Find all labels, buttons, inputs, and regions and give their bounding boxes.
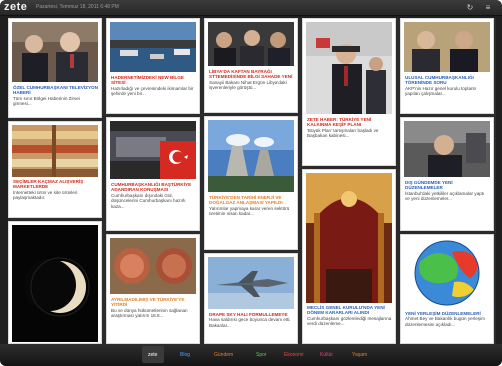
card-headline[interactable]: LİBYA'DA KAFTAN BAYRAĞI STTEMEDİSİNDE Bİ… — [209, 69, 294, 80]
category-tab[interactable]: Kültür — [320, 352, 333, 358]
card-headline[interactable]: MECLİS GENEL KURULU'NDA YENİ DÖNEM KARAR… — [307, 305, 392, 316]
refresh-icon[interactable]: ↻ — [464, 2, 476, 13]
news-card[interactable]: AYRILMADILIMIŞ VE TÜRKİYE'YE YİTİRDİ Bu … — [106, 234, 200, 344]
news-photo — [208, 257, 294, 309]
card-headline[interactable]: SEÇİMLER KAÇMAZ ALIŞVERİŞ MARKETLERDE — [13, 179, 98, 190]
news-card[interactable]: TÜRKİYE'DEN TARİHİ ENERJİ VE DOĞALGAZ AN… — [204, 116, 298, 250]
card-summary: Cumhurbaşkanı dışındaki Gül, düşünceleri… — [111, 192, 186, 209]
category-bar: zete Blog Gündem Spor Ekonomi Kültür Yaş… — [0, 344, 502, 366]
news-photo — [404, 121, 490, 177]
news-card[interactable]: DRAPE SKY HALI FORMULLEMEYE Hava saldırı… — [204, 253, 298, 344]
card-summary: Hazırladığı ve çevresindeki ikimamlar bi… — [111, 85, 194, 97]
card-headline[interactable]: DIŞ GÜNDEMDE YENİ DÜZENLEMELER — [405, 180, 490, 191]
news-photo — [110, 121, 196, 179]
news-card[interactable] — [8, 221, 102, 344]
card-summary: Tüm sınır Bölgei Haberinin Zirvei girmes… — [13, 95, 80, 107]
card-summary: AKP'nin Hazır genel kurulu toplantı yapı… — [405, 85, 477, 97]
app-window: zete Pazartesi, Temmuz 18, 2011 6:48 PM … — [0, 0, 502, 366]
news-card[interactable]: ULUSAL CUMHURBAŞKANLIĞI TÖRENİNDE SORU A… — [400, 18, 494, 114]
news-photo — [208, 22, 294, 66]
card-headline[interactable]: TÜRKİYE'DEN TARİHİ ENERJİ VE DOĞALGAZ AN… — [209, 195, 294, 206]
card-summary: 'Büyük Plan' tartışmaları başladı ve Baş… — [307, 127, 379, 139]
news-card[interactable]: MECLİS GENEL KURULU'NDA YENİ DÖNEM KARAR… — [302, 169, 396, 344]
app-logo[interactable]: zete — [4, 1, 27, 13]
menu-icon[interactable]: ≡ — [482, 2, 494, 13]
news-photo — [404, 238, 490, 308]
category-tab[interactable]: Yaşam — [352, 352, 367, 358]
news-photo — [110, 238, 196, 294]
news-card[interactable]: LİBYA'DA KAFTAN BAYRAĞI STTEMEDİSİNDE Bİ… — [204, 18, 298, 113]
category-tab[interactable]: zete — [148, 352, 157, 358]
news-card[interactable]: HADERNETİMİZDEKİ NEW BİLGE SİTESİ Hazırl… — [106, 18, 200, 114]
news-card[interactable]: DIŞ GÜNDEMDE YENİ DÜZENLEMELER İstanbul'… — [400, 117, 494, 231]
card-summary: Ahmet Bey ve Bakanlık bugün yerleşim düz… — [405, 316, 485, 327]
category-tab[interactable]: Spor — [256, 352, 267, 358]
news-photo — [306, 173, 392, 303]
news-photo — [12, 225, 98, 342]
card-headline[interactable]: ZETE HABER: TÜRKİYE YENİ KALKINMA KEŞİF … — [307, 117, 392, 128]
card-summary: Hava saldırısı gece boyunca devam etti. … — [209, 317, 291, 328]
dateline: Pazartesi, Temmuz 18, 2011 6:48 PM — [36, 4, 119, 10]
news-photo — [12, 22, 98, 82]
news-card[interactable]: CUMHURBAŞKANLIĞI BAŞTÜRKİYE ADANDIRAN KO… — [106, 117, 200, 231]
category-tab[interactable]: Ekonomi — [284, 352, 303, 358]
card-summary: İstanbul'daki yetkililer açıklamalar yap… — [405, 190, 485, 202]
news-photo — [110, 22, 196, 72]
news-card[interactable]: SEÇİMLER KAÇMAZ ALIŞVERİŞ MARKETLERDE İn… — [8, 121, 102, 218]
card-headline[interactable]: CUMHURBAŞKANLIĞI BAŞTÜRKİYE ADANDIRAN KO… — [111, 182, 196, 193]
card-headline[interactable]: AYRILMADILIMIŞ VE TÜRKİYE'YE YİTİRDİ — [111, 297, 196, 308]
card-headline[interactable]: ULUSAL CUMHURBAŞKANLIĞI TÖRENİNDE SORU — [405, 75, 490, 86]
news-photo — [208, 120, 294, 192]
news-photo — [404, 22, 490, 72]
news-grid: ÖZEL CUMHURBAŞKANI TELEVİZYON HABERİ Tüm… — [8, 18, 496, 344]
category-tab[interactable]: Blog — [180, 352, 190, 358]
news-photo — [306, 22, 392, 114]
card-summary: Sanayii Bakanı Nihat Ergün Libya'daki iş… — [209, 79, 287, 91]
card-summary: Cumhurbaşkanı gözlemlediği mesajlarına v… — [307, 315, 392, 327]
card-summary: Yatırımlar yapmaya karar veren sektörü ü… — [209, 205, 290, 217]
card-headline[interactable]: ÖZEL CUMHURBAŞKANI TELEVİZYON HABERİ — [13, 85, 98, 96]
top-bar: zete Pazartesi, Temmuz 18, 2011 6:48 PM … — [0, 0, 502, 16]
news-photo — [12, 125, 98, 177]
card-summary: Bu ve dünya hükümetlerinin sağlanan araş… — [111, 307, 188, 319]
category-tab[interactable]: Gündem — [214, 352, 233, 358]
news-card[interactable]: ÖZEL CUMHURBAŞKANI TELEVİZYON HABERİ Tüm… — [8, 18, 102, 118]
news-card[interactable]: ZETE HABER: TÜRKİYE YENİ KALKINMA KEŞİF … — [302, 18, 396, 166]
card-headline[interactable]: HADERNETİMİZDEKİ NEW BİLGE SİTESİ — [111, 75, 196, 86]
card-summary: İnternetteki ürün ve site ürünleri payla… — [13, 189, 78, 201]
news-card[interactable]: YENİ YERLEŞİM DÜZENLEMELERİ Ahmet Bey ve… — [400, 234, 494, 344]
